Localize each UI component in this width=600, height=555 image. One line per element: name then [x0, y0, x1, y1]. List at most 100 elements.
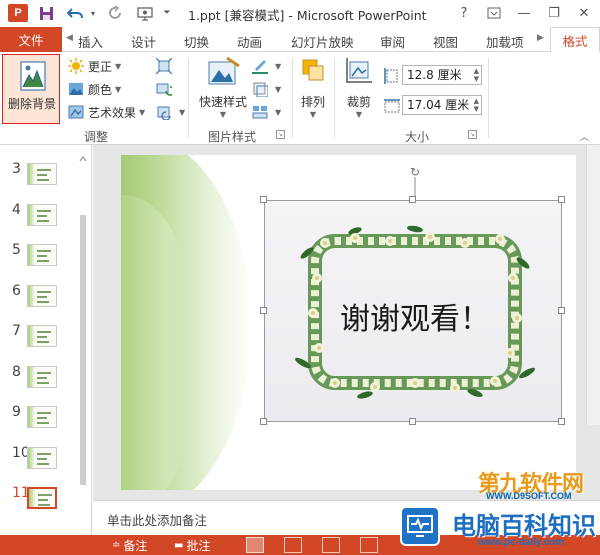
picture-layout-icon	[252, 104, 268, 120]
slide-number: 7	[12, 323, 21, 339]
tabs-scroll-right-icon[interactable]: ▶	[537, 33, 544, 43]
slide-thumbnail[interactable]	[27, 446, 57, 469]
tab-design[interactable]: 设计	[131, 32, 156, 51]
quick-styles-button[interactable]: 快速样式 ▼	[196, 56, 250, 119]
resize-handle[interactable]	[260, 418, 267, 425]
slide-thumbnail[interactable]	[27, 487, 57, 509]
thumbnail-scrollbar[interactable]	[78, 155, 88, 530]
quick-styles-label: 快速样式	[198, 95, 247, 109]
slide-number: 8	[12, 363, 21, 380]
undo-icon[interactable]	[64, 3, 86, 23]
shape-height-icon	[383, 66, 399, 86]
slide-number: 6	[12, 282, 21, 299]
artistic-effects-label: 艺术效果	[88, 105, 137, 120]
slide-thumbnail[interactable]	[27, 284, 57, 307]
shape-width-icon	[383, 96, 401, 116]
tab-format[interactable]: 格式	[550, 27, 600, 53]
redo-icon[interactable]	[106, 3, 126, 23]
tab-file[interactable]: 文件	[0, 27, 62, 52]
tab-review[interactable]: 审阅	[380, 32, 405, 51]
resize-handle[interactable]	[558, 418, 565, 425]
remove-background-button[interactable]: 删除背景	[2, 54, 60, 124]
minimize-button[interactable]: —	[510, 2, 538, 24]
artistic-effects-button[interactable]: 艺术效果 ▼	[68, 102, 145, 122]
slide-editing-area: ↻ 谢谢观看！	[93, 145, 600, 500]
slideshow-view-icon[interactable]	[360, 537, 378, 553]
resize-handle[interactable]	[260, 196, 267, 203]
restore-button[interactable]: ❐	[540, 2, 568, 24]
notes-placeholder[interactable]: 单击此处添加备注	[107, 510, 207, 529]
chevron-down-icon: ▼	[275, 107, 282, 117]
comments-toggle-button[interactable]: ▬ 批注	[174, 537, 210, 553]
height-value: 12.8 厘米	[407, 68, 462, 82]
slide-thumbnail[interactable]	[27, 163, 57, 185]
resize-handle[interactable]	[558, 307, 565, 314]
quick-styles-icon	[208, 56, 240, 85]
width-spinner[interactable]: 17.04 厘米 ▲ ▼	[402, 95, 482, 115]
dialog-launcher-icon[interactable]: ↘	[468, 130, 477, 139]
notes-icon: ≐	[112, 539, 121, 551]
slide-thumbnail[interactable]	[27, 203, 57, 226]
chevron-down-icon: ▼	[219, 110, 227, 119]
dialog-launcher-icon[interactable]: ↘	[276, 130, 285, 139]
normal-view-icon[interactable]	[246, 537, 264, 553]
group-divider	[488, 58, 489, 138]
chevron-down-icon: ▼	[139, 107, 146, 117]
slide-thumbnail[interactable]	[27, 365, 57, 388]
customize-qat-icon[interactable]: ⏷	[160, 3, 174, 23]
artistic-effects-icon	[68, 104, 84, 120]
change-picture-icon	[156, 81, 175, 97]
thank-you-text[interactable]: 谢谢观看！	[325, 294, 505, 338]
collapse-ribbon-icon[interactable]: ︿	[580, 130, 589, 143]
reset-picture-button[interactable]: ▼	[156, 102, 185, 122]
help-button[interactable]: ?	[450, 2, 478, 24]
notes-toggle-button[interactable]: ≐ 备注	[112, 537, 147, 553]
resize-handle[interactable]	[260, 307, 267, 314]
slide-thumbnail[interactable]	[27, 244, 57, 266]
spinner-arrows-icon[interactable]: ▲ ▼	[474, 97, 479, 113]
tab-transitions[interactable]: 切换	[184, 32, 209, 51]
height-spinner[interactable]: 12.8 厘米 ▲ ▼	[402, 65, 482, 85]
close-button[interactable]: ✕	[570, 2, 598, 24]
present-icon[interactable]	[134, 3, 156, 23]
slide-canvas[interactable]: ↻ 谢谢观看！	[121, 155, 576, 490]
crop-button[interactable]: 裁剪 ▼	[340, 56, 378, 119]
remove-background-label: 删除背景	[7, 97, 56, 111]
resize-handle[interactable]	[409, 418, 416, 425]
spinner-arrows-icon[interactable]: ▲ ▼	[474, 67, 479, 83]
ribbon-display-icon[interactable]	[480, 2, 508, 24]
powerpoint-logo-icon: P	[8, 4, 28, 22]
change-picture-button[interactable]	[156, 79, 176, 99]
arrange-label: 排列	[300, 95, 325, 109]
picture-border-button[interactable]: ▼	[252, 56, 281, 76]
save-icon[interactable]	[36, 3, 56, 23]
corrections-button[interactable]: 更正 ▼	[68, 56, 121, 76]
picture-effects-button[interactable]: ▼	[252, 79, 281, 99]
resize-handle[interactable]	[558, 196, 565, 203]
color-button[interactable]: 颜色 ▼	[68, 79, 121, 99]
reading-view-icon[interactable]	[322, 537, 340, 553]
tab-insert[interactable]: 插入	[78, 32, 103, 51]
chevron-down-icon: ▼	[275, 84, 282, 94]
width-value: 17.04 厘米	[407, 98, 470, 112]
undo-dropdown-icon[interactable]: ▾	[88, 3, 98, 23]
group-divider	[188, 58, 189, 138]
crop-label: 裁剪	[346, 95, 371, 109]
tab-slideshow[interactable]: 幻灯片放映	[291, 32, 354, 51]
chevron-down-icon: ▼	[309, 110, 317, 119]
compress-pictures-button[interactable]	[155, 56, 176, 76]
arrange-button[interactable]: 排列 ▼	[296, 56, 330, 119]
comments-toggle-label: 批注	[186, 538, 211, 553]
tab-addins[interactable]: 加载项	[486, 32, 524, 51]
tab-animations[interactable]: 动画	[237, 32, 262, 51]
selected-picture[interactable]: 谢谢观看！	[264, 200, 562, 422]
picture-layout-button[interactable]: ▼	[252, 102, 281, 122]
tabs-scroll-left-icon[interactable]: ◀	[66, 33, 73, 43]
slide-thumbnail[interactable]	[27, 325, 57, 347]
slide-thumbnail-pane: 3 4 5 6 7 8 9 10 11	[0, 145, 92, 535]
editor-scrollbar[interactable]	[586, 145, 600, 425]
tab-view[interactable]: 视图	[433, 32, 458, 51]
slide-thumbnail[interactable]	[27, 406, 57, 428]
slide-sorter-view-icon[interactable]	[284, 537, 302, 553]
resize-handle[interactable]	[409, 196, 416, 203]
